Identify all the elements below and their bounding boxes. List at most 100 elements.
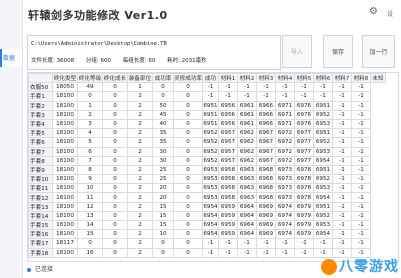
table-cell[interactable]: 6969 bbox=[255, 210, 276, 222]
table-cell[interactable]: 6963 bbox=[236, 183, 257, 194]
table-cell[interactable]: 6963 bbox=[236, 174, 257, 185]
table-cell[interactable]: 6953 bbox=[201, 174, 219, 185]
table-cell[interactable]: 6957 bbox=[217, 146, 238, 157]
table-cell[interactable]: 6978 bbox=[293, 174, 314, 185]
table-cell[interactable]: 0 bbox=[173, 174, 203, 185]
table-cell[interactable]: 6954 bbox=[312, 155, 333, 166]
table-cell[interactable]: 18100 bbox=[52, 118, 78, 130]
column-header[interactable] bbox=[28, 73, 53, 84]
table-cell[interactable]: 18050 bbox=[52, 82, 78, 93]
table-cell[interactable]: 18100 bbox=[52, 137, 78, 148]
column-header[interactable]: 材料7 bbox=[331, 73, 352, 84]
table-cell[interactable]: 6976 bbox=[293, 109, 314, 120]
table-cell[interactable]: 6974 bbox=[274, 210, 295, 222]
table-cell[interactable]: 6951 bbox=[201, 118, 219, 130]
table-cell[interactable]: 0 bbox=[173, 146, 203, 157]
table-cell[interactable]: 6952 bbox=[312, 137, 333, 148]
table-cell[interactable]: 6964 bbox=[236, 210, 257, 222]
table-cell[interactable]: 50 bbox=[152, 100, 174, 111]
table-cell[interactable]: -1 bbox=[350, 174, 371, 185]
table-cell[interactable]: 6961 bbox=[236, 109, 257, 120]
table-cell[interactable]: 0 bbox=[152, 91, 174, 102]
table-cell[interactable]: 6979 bbox=[293, 219, 314, 231]
table-cell[interactable]: 6956 bbox=[217, 100, 238, 111]
row-header[interactable]: 手套13 bbox=[28, 201, 53, 212]
table-cell[interactable]: -1 bbox=[255, 238, 276, 249]
settings-label[interactable]: 设 bbox=[387, 9, 393, 18]
table-cell[interactable]: -1 bbox=[217, 82, 238, 93]
table-cell[interactable]: 6969 bbox=[255, 219, 276, 231]
table-cell[interactable]: 6972 bbox=[274, 155, 295, 166]
table-row[interactable]: 手套14 18100 13 0 2 15 0 6954 6959 6964 6969 6974 6979… bbox=[28, 210, 386, 222]
row-header[interactable]: 手套2 bbox=[28, 100, 53, 111]
table-cell[interactable]: 0 bbox=[173, 118, 203, 130]
table-cell[interactable]: -1 bbox=[350, 118, 371, 130]
table-cell[interactable]: 6967 bbox=[255, 155, 276, 166]
table-cell[interactable]: -1 bbox=[201, 238, 219, 249]
table-cell[interactable]: 0 bbox=[173, 192, 203, 203]
table-cell[interactable]: 6968 bbox=[255, 192, 276, 203]
sidebar-item-data[interactable]: 数据 bbox=[0, 49, 22, 67]
table-cell[interactable]: -1 bbox=[350, 146, 371, 157]
table-cell[interactable]: -1 bbox=[293, 91, 314, 102]
table-cell[interactable]: 6967 bbox=[255, 128, 276, 139]
row-header[interactable]: 手套7 bbox=[28, 146, 53, 157]
table-cell[interactable]: -1 bbox=[255, 247, 276, 258]
table-cell[interactable]: 6969 bbox=[255, 229, 276, 240]
row-header[interactable]: 手套14 bbox=[28, 210, 53, 222]
table-cell[interactable]: 6951 bbox=[312, 128, 333, 139]
table-cell[interactable]: 6962 bbox=[236, 137, 257, 148]
table-cell[interactable]: -1 bbox=[331, 155, 352, 166]
table-cell[interactable]: -1 bbox=[217, 238, 238, 249]
table-cell[interactable]: 4 bbox=[77, 128, 103, 139]
table-row[interactable]: 手套9 18100 8 0 2 25 0 6953 6958 6963 6968 6973 6978 69… bbox=[28, 164, 386, 176]
table-cell[interactable]: 2 bbox=[127, 247, 153, 258]
table-cell[interactable]: 15 bbox=[152, 219, 174, 231]
table-cell[interactable]: 6976 bbox=[293, 118, 314, 130]
table-cell[interactable]: 6971 bbox=[274, 109, 295, 120]
table-cell[interactable]: -1 bbox=[350, 137, 371, 148]
table-cell[interactable]: 2 bbox=[127, 146, 153, 157]
table-cell[interactable]: -1 bbox=[201, 247, 219, 258]
table-cell[interactable]: -1 bbox=[236, 247, 257, 258]
table-cell[interactable]: 6978 bbox=[293, 183, 314, 194]
table-cell[interactable]: 6964 bbox=[236, 201, 257, 212]
table-cell[interactable]: -1 bbox=[274, 238, 295, 249]
table-cell[interactable]: 6977 bbox=[293, 155, 314, 166]
table-cell[interactable]: 6976 bbox=[293, 100, 314, 111]
table-row[interactable]: 衣服50 18050 49 0 1 0 0 -1 -1 -1 -1 -1 -1 -1 -1 -1 bbox=[28, 82, 386, 93]
table-row[interactable]: 手套10 18100 9 0 2 25 0 6953 6958 6963 6968 6973 6978 6… bbox=[28, 174, 386, 185]
table-cell[interactable]: 6972 bbox=[274, 146, 295, 157]
table-cell[interactable]: -1 bbox=[331, 100, 352, 111]
table-cell[interactable]: 6961 bbox=[236, 100, 257, 111]
table-cell[interactable]: 18100 bbox=[52, 201, 78, 212]
table-cell[interactable]: 6951 bbox=[312, 201, 333, 212]
table-cell[interactable]: 6973 bbox=[274, 192, 295, 203]
table-cell[interactable]: 0 bbox=[102, 183, 128, 194]
table-cell[interactable]: 0 bbox=[102, 210, 128, 222]
table-row[interactable]: 手套11 18100 10 0 2 20 0 6953 6958 6963 6968 6973 6978… bbox=[28, 183, 386, 194]
table-cell[interactable]: 0 bbox=[77, 238, 103, 249]
column-header[interactable]: 材料4 bbox=[274, 73, 295, 84]
table-cell[interactable]: 18100 bbox=[52, 91, 78, 102]
table-cell[interactable]: 0 bbox=[173, 82, 203, 93]
table-cell[interactable]: 0 bbox=[102, 146, 128, 157]
row-header[interactable]: 手套6 bbox=[28, 137, 53, 148]
table-cell[interactable]: -1 bbox=[255, 82, 276, 93]
table-cell[interactable]: 18100 bbox=[52, 155, 78, 166]
table-cell[interactable]: 0 bbox=[152, 82, 174, 93]
table-cell[interactable]: 6953 bbox=[201, 164, 219, 176]
table-cell[interactable]: -1 bbox=[236, 82, 257, 93]
table-cell[interactable]: 6952 bbox=[201, 146, 219, 157]
row-header[interactable]: 手套12 bbox=[28, 192, 53, 203]
table-cell[interactable]: 2 bbox=[127, 91, 153, 102]
table-cell[interactable]: -1 bbox=[331, 91, 352, 102]
table-cell[interactable]: 0 bbox=[102, 109, 128, 120]
table-cell[interactable]: 6977 bbox=[293, 137, 314, 148]
table-cell[interactable]: 2 bbox=[127, 174, 153, 185]
column-header[interactable]: 材料6 bbox=[312, 73, 333, 84]
table-cell[interactable]: 6959 bbox=[217, 201, 238, 212]
table-row[interactable]: 手套17 18117 0 0 2 0 0 -1 -1 -1 -1 -1 -1 -1 -1 -1 bbox=[28, 238, 386, 249]
file-path-field[interactable]: C:\Users\Administrator\Desktop\Combine.T… bbox=[31, 41, 167, 47]
table-cell[interactable]: -1 bbox=[350, 192, 371, 203]
